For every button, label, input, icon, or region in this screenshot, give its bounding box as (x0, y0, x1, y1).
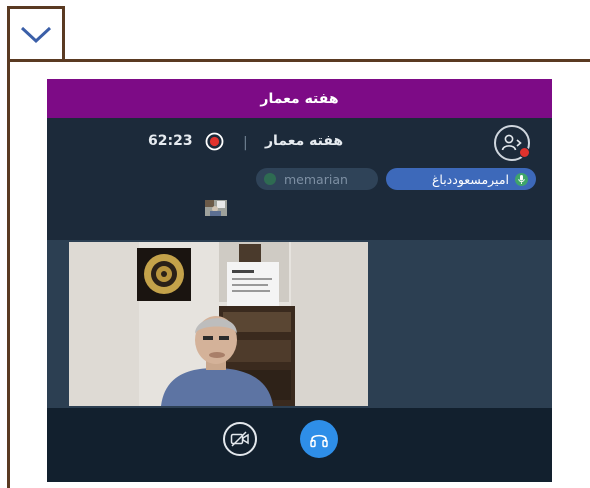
notification-dot (519, 147, 530, 158)
participant-name: memarian (284, 171, 348, 187)
meeting-title: هفته معمار (260, 90, 339, 107)
audio-button[interactable] (300, 420, 338, 458)
participant-name: امیرمسعوددباغ (431, 171, 509, 187)
meeting-window: هفته معمار 62:23 | هفته معمار memarian ا… (47, 79, 552, 482)
collapse-toggle-button[interactable] (7, 6, 65, 60)
headphones-icon (310, 434, 328, 448)
participants-button[interactable] (494, 125, 530, 161)
mic-icon (515, 172, 528, 186)
record-icon (205, 132, 224, 151)
camera-toggle-button[interactable] (223, 422, 257, 456)
status-dot (264, 173, 276, 185)
meeting-title-bar: هفته معمار (47, 79, 552, 118)
camera-off-icon (230, 431, 249, 447)
participant-thumbnail[interactable] (205, 200, 227, 216)
participant-chips: memarian امیرمسعوددباغ (47, 168, 552, 192)
elapsed-timer: 62:23 (148, 133, 193, 149)
participant-chip[interactable]: memarian (256, 168, 378, 190)
embed-frame-left (7, 59, 10, 488)
meeting-info-row: 62:23 | هفته معمار (47, 118, 552, 168)
info-divider: | (243, 135, 248, 151)
video-area (47, 240, 552, 408)
chevron-down-icon (20, 26, 52, 43)
participant-chip-active[interactable]: امیرمسعوددباغ (386, 168, 536, 190)
video-feed (69, 242, 368, 406)
control-bar (47, 408, 552, 482)
thumbnail-row (47, 192, 552, 240)
meeting-name: هفته معمار (265, 133, 344, 149)
embed-frame-top (7, 59, 590, 62)
